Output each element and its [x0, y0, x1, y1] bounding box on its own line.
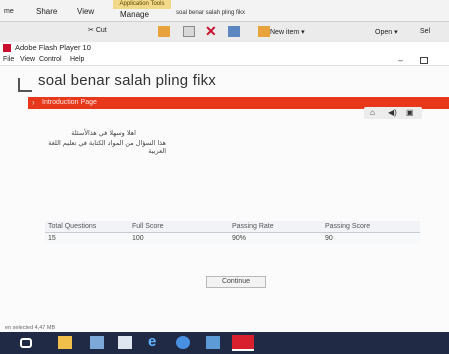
status-bar: en selected 4,47 MB	[0, 325, 449, 332]
photos-icon[interactable]	[206, 336, 220, 349]
header-passing-rate: Passing Rate	[229, 221, 322, 233]
explorer-window-title: soal benar salah pling fikx	[176, 10, 246, 16]
flash-window-title: Adobe Flash Player 10	[15, 43, 91, 52]
table-header-row: Total Questions Full Score Passing Rate …	[45, 221, 420, 233]
player-controls: ⌂ ◀) ▣	[364, 107, 422, 119]
open-label: Open	[375, 29, 393, 36]
table-row: 15 100 90% 90	[45, 232, 420, 244]
menu-view[interactable]: View	[20, 56, 35, 63]
new-item-label: New item	[270, 29, 300, 36]
cut-button[interactable]: ✂ Cut	[88, 26, 107, 34]
chrome-icon[interactable]	[176, 336, 190, 349]
course-header: soal benar salah pling fikx	[18, 66, 449, 92]
cut-label: Cut	[95, 27, 107, 34]
flash-player-window: Adobe Flash Player 10 File View Control …	[0, 42, 449, 332]
tab-file[interactable]: me	[4, 8, 14, 15]
tab-manage[interactable]: Manage	[120, 10, 149, 19]
value-passing-score: 90	[322, 232, 420, 244]
tab-view[interactable]: View	[77, 7, 94, 16]
intro-line-2: هذا السؤال من المواد الكتابة في تعليم ال…	[48, 139, 166, 155]
value-total-questions: 15	[45, 232, 129, 244]
explorer-toolbar: ✂ Cut ✕ New item ▾ Open ▾ Sel	[0, 22, 449, 42]
header-full-score: Full Score	[129, 221, 229, 233]
page-arrow-icon: ›	[32, 98, 35, 107]
flash-menubar: File View Control Help –	[0, 54, 449, 66]
flash-taskbar-icon[interactable]	[232, 335, 254, 351]
edge-icon[interactable]: e	[148, 333, 156, 350]
new-item-button[interactable]: New item ▾	[270, 28, 305, 36]
menu-file[interactable]: File	[3, 56, 14, 63]
course-title: soal benar salah pling fikx	[38, 72, 217, 89]
home-icon[interactable]: ⌂	[370, 108, 375, 117]
intro-line-1: اهلا وسهلا في هذالأسئلة	[71, 129, 136, 137]
title-bracket-decoration	[18, 78, 32, 92]
move-to-icon[interactable]	[158, 26, 170, 37]
rename-icon[interactable]	[228, 26, 240, 37]
quiz-summary-table: Total Questions Full Score Passing Rate …	[45, 221, 420, 244]
maximize-button[interactable]	[420, 57, 428, 64]
flash-titlebar: Adobe Flash Player 10	[0, 42, 449, 54]
status-text: en selected 4,47 MB	[5, 325, 56, 331]
task-view-icon[interactable]	[20, 338, 32, 348]
delete-icon[interactable]: ✕	[205, 23, 217, 40]
explorer-ribbon: me Share View Application Tools Manage s…	[0, 0, 449, 22]
copy-to-icon[interactable]	[183, 26, 195, 37]
application-tools-label: Application Tools	[113, 0, 171, 9]
page-label: Introduction Page	[42, 99, 97, 106]
new-folder-icon[interactable]	[258, 26, 270, 37]
header-passing-score: Passing Score	[322, 221, 420, 233]
file-explorer-icon[interactable]	[58, 336, 72, 349]
menu-control[interactable]: Control	[39, 56, 62, 63]
open-button[interactable]: Open ▾	[375, 28, 398, 36]
minimize-button[interactable]: –	[398, 55, 403, 65]
value-full-score: 100	[129, 232, 229, 244]
mail-icon[interactable]	[90, 336, 104, 349]
store-icon[interactable]	[118, 336, 132, 349]
taskbar: e	[0, 332, 449, 354]
tab-share[interactable]: Share	[36, 7, 57, 16]
value-passing-rate: 90%	[229, 232, 322, 244]
flash-logo-icon	[3, 44, 11, 52]
print-icon[interactable]: ▣	[406, 108, 414, 117]
sound-icon[interactable]: ◀)	[388, 108, 397, 117]
continue-button[interactable]: Continue	[206, 276, 266, 288]
select-button[interactable]: Sel	[420, 28, 430, 35]
header-total-questions: Total Questions	[45, 221, 129, 233]
menu-help[interactable]: Help	[70, 56, 84, 63]
